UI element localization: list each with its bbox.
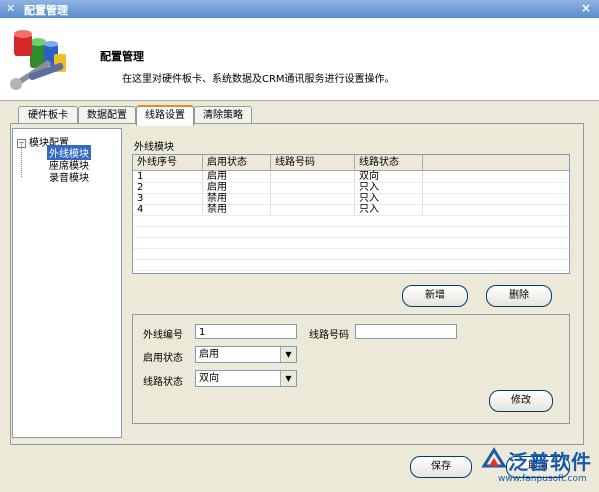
watermark-name: 泛普软件 bbox=[508, 450, 592, 474]
enable-state-select[interactable]: 启用 ▼ bbox=[195, 346, 297, 363]
cell-line-number bbox=[271, 193, 355, 204]
enable-state-value: 启用 bbox=[199, 349, 219, 360]
config-window: ✕ 配置管理 × 配置管理 在这里对硬件板卡、系统数据及CRM通讯服务进行设置操… bbox=[0, 0, 599, 492]
tab-data-config[interactable]: 数据配置 bbox=[78, 106, 136, 124]
header-description: 在这里对硬件板卡、系统数据及CRM通讯服务进行设置操作。 bbox=[122, 74, 395, 85]
config-tools-icon bbox=[10, 30, 66, 90]
dropdown-arrow-icon[interactable]: ▼ bbox=[280, 347, 296, 362]
title-bar: ✕ 配置管理 × bbox=[0, 0, 599, 18]
save-button[interactable]: 保存 bbox=[410, 456, 472, 478]
enable-state-label: 启用状态 bbox=[143, 353, 183, 364]
line-state-value: 双向 bbox=[199, 373, 219, 384]
line-grid: 外线序号 启用状态 线路号码 线路状态 1 启用 双向 2 启用 只入 3 禁用… bbox=[132, 154, 570, 274]
line-number-input[interactable] bbox=[355, 324, 457, 339]
grid-header: 外线序号 启用状态 线路号码 线路状态 bbox=[133, 155, 569, 171]
header-banner: 配置管理 在这里对硬件板卡、系统数据及CRM通讯服务进行设置操作。 bbox=[0, 18, 599, 101]
cell-line-number bbox=[271, 182, 355, 193]
cell-line-index: 1 bbox=[133, 171, 203, 182]
empty-row bbox=[133, 259, 569, 271]
watermark-logo: 泛普软件 www.fanpusoft.com bbox=[478, 444, 596, 488]
line-id-label: 外线编号 bbox=[143, 330, 183, 341]
tab-hardware-card[interactable]: 硬件板卡 bbox=[18, 106, 78, 124]
tab-line-settings[interactable]: 线路设置 bbox=[136, 105, 194, 126]
add-button[interactable]: 新增 bbox=[402, 285, 468, 307]
line-state-label: 线路状态 bbox=[143, 377, 183, 388]
cell-line-state: 只入 bbox=[355, 182, 423, 193]
cell-line-index: 3 bbox=[133, 193, 203, 204]
watermark-url: www.fanpusoft.com bbox=[498, 474, 587, 484]
column-header[interactable]: 启用状态 bbox=[203, 155, 271, 170]
section-title: 外线模块 bbox=[134, 142, 174, 153]
cell-line-state: 只入 bbox=[355, 193, 423, 204]
column-header[interactable]: 线路号码 bbox=[271, 155, 355, 170]
cell-enable-state: 禁用 bbox=[203, 193, 271, 204]
line-edit-form: 外线编号 1 线路号码 启用状态 启用 ▼ 线路状态 双向 ▼ 修改 bbox=[132, 314, 570, 424]
close-icon[interactable]: × bbox=[581, 1, 591, 15]
brand-logo-icon bbox=[481, 447, 507, 468]
cell-line-state: 只入 bbox=[355, 204, 423, 215]
line-id-input[interactable]: 1 bbox=[195, 324, 297, 339]
cell-enable-state: 禁用 bbox=[203, 204, 271, 215]
line-state-select[interactable]: 双向 ▼ bbox=[195, 370, 297, 387]
cell-line-number bbox=[271, 171, 355, 182]
cell-enable-state: 启用 bbox=[203, 182, 271, 193]
line-number-label: 线路号码 bbox=[309, 330, 349, 341]
cell-enable-state: 启用 bbox=[203, 171, 271, 182]
tab-cleanup-policy[interactable]: 清除策略 bbox=[194, 106, 252, 124]
cell-line-index: 2 bbox=[133, 182, 203, 193]
cell-line-index: 4 bbox=[133, 204, 203, 215]
cell-line-number bbox=[271, 204, 355, 215]
tree-item-recording-module[interactable]: 录音模块 bbox=[47, 169, 91, 184]
header-title: 配置管理 bbox=[100, 50, 144, 63]
dropdown-arrow-icon[interactable]: ▼ bbox=[280, 371, 296, 386]
tree-connector bbox=[21, 144, 22, 177]
delete-button[interactable]: 删除 bbox=[486, 285, 552, 307]
cell-line-state: 双向 bbox=[355, 171, 423, 182]
window-title: 配置管理 bbox=[24, 4, 68, 17]
column-header[interactable]: 线路状态 bbox=[355, 155, 423, 170]
modify-button[interactable]: 修改 bbox=[489, 390, 553, 412]
column-header[interactable]: 外线序号 bbox=[133, 155, 203, 170]
module-tree: − 模块配置 外线模块 座席模块 录音模块 bbox=[12, 128, 122, 438]
app-icon: ✕ bbox=[6, 2, 16, 15]
